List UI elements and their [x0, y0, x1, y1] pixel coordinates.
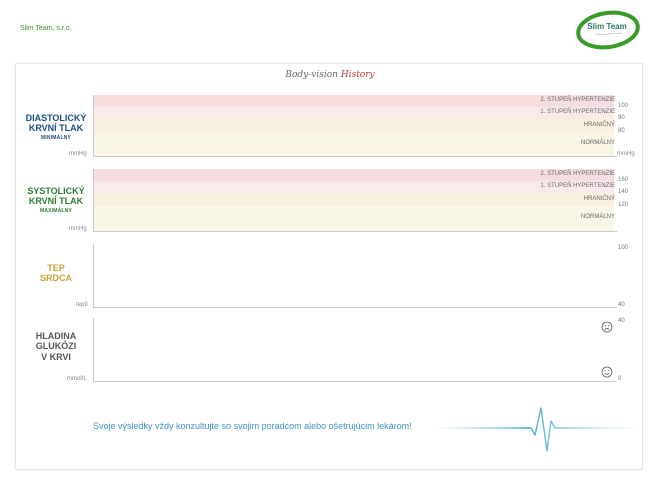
glucose-tick-0: 0	[618, 376, 622, 382]
diastolic-band-label-stage1: 1. STUPEŇ HYPERTENZIE	[540, 109, 615, 115]
glucose-line1: HLADINA	[35, 331, 77, 341]
glucose-y-axis	[93, 318, 94, 381]
glucose-line3: V KRVI	[41, 351, 71, 362]
diastolic-sub: MINIMÁLNÝ	[40, 134, 72, 141]
diastolic-band-label-stage2: 2. STUPEŇ HYPERTENZIE	[540, 97, 615, 103]
systolic-band-label-border: HRANIČNÝ	[583, 196, 615, 202]
systolic-x-axis	[93, 231, 617, 232]
consult-advice-text: Svoje výsledky vždy konzultujte so svoji…	[93, 421, 412, 431]
systolic-tick-140: 140	[618, 189, 629, 195]
diastolic-band-border	[94, 119, 614, 132]
diastolic-line2: KRVNÍ TLAK	[28, 123, 84, 134]
pulse-y-axis	[93, 244, 94, 307]
diastolic-tick-90: 90	[618, 115, 625, 121]
diastolic-x-axis	[93, 156, 617, 157]
diastolic-band-normal	[94, 132, 614, 156]
title-part2: History	[340, 70, 375, 80]
pulse-line2: SRDCA	[39, 273, 72, 284]
diastolic-unit-left: mmHg	[69, 151, 87, 157]
slim-team-logo: Slim Team	[576, 10, 640, 50]
pulse-unit-left: tepů	[76, 302, 88, 308]
systolic-band-stage1	[94, 181, 614, 193]
diastolic-line1: DIASTOLICKÝ	[25, 113, 87, 123]
systolic-sub: MAXIMÁLNY	[39, 207, 73, 214]
systolic-line2: KRVNÍ TLAK	[28, 196, 84, 207]
diastolic-tick-100: 100	[618, 103, 629, 109]
systolic-tick-160: 160	[618, 177, 629, 183]
company-name: Slim Team, s.r.o.	[20, 25, 72, 32]
pulse-line1: TEP	[47, 263, 65, 273]
glucose-line2: GLUKÓZI	[35, 341, 77, 352]
glucose-tick-40: 40	[618, 318, 625, 324]
systolic-band-stage2	[94, 169, 614, 181]
pulse-tick-40: 40	[618, 302, 625, 308]
diastolic-band-label-normal: NORMÁLNY	[580, 140, 615, 146]
systolic-line1: SYSTOLICKÝ	[27, 186, 85, 196]
diastolic-unit-right: mmHg	[617, 151, 635, 157]
sad-face-icon	[601, 321, 613, 333]
systolic-band-label-stage1: 1. STUPEŇ HYPERTENZIE	[540, 183, 615, 189]
diastolic-band-stage1	[94, 107, 614, 119]
logo-text: Slim Team	[587, 22, 626, 31]
systolic-band-border	[94, 193, 614, 206]
diastolic-label: DIASTOLICKÝ KRVNÍ TLAK MINIMÁLNÝ	[20, 113, 92, 141]
diastolic-band-label-border: HRANIČNÝ	[583, 122, 615, 128]
pulse-x-axis	[93, 307, 617, 308]
diastolic-band-stage2	[94, 95, 614, 107]
systolic-unit-left: mmHg	[69, 226, 87, 232]
diastolic-tick-80: 80	[618, 128, 625, 134]
systolic-label: SYSTOLICKÝ KRVNÍ TLAK MAXIMÁLNY	[20, 186, 92, 214]
title-part1: Body-vision	[285, 70, 341, 80]
pulse-tick-100: 100	[618, 245, 629, 251]
systolic-band-label-normal: NORMÁLNY	[580, 214, 615, 220]
pulse-label: TEP SRDCA	[20, 263, 92, 284]
systolic-band-normal	[94, 206, 614, 231]
glucose-unit-left: mmol/L	[67, 376, 87, 382]
smiley-face-icon	[601, 366, 613, 378]
systolic-tick-120: 120	[618, 202, 629, 208]
glucose-label: HLADINA GLUKÓZI V KRVI	[20, 331, 92, 362]
glucose-x-axis	[93, 381, 617, 382]
heartbeat-line-icon	[435, 407, 640, 452]
page-title: Body-vision History	[0, 70, 660, 80]
systolic-band-label-stage2: 2. STUPEŇ HYPERTENZIE	[540, 171, 615, 177]
